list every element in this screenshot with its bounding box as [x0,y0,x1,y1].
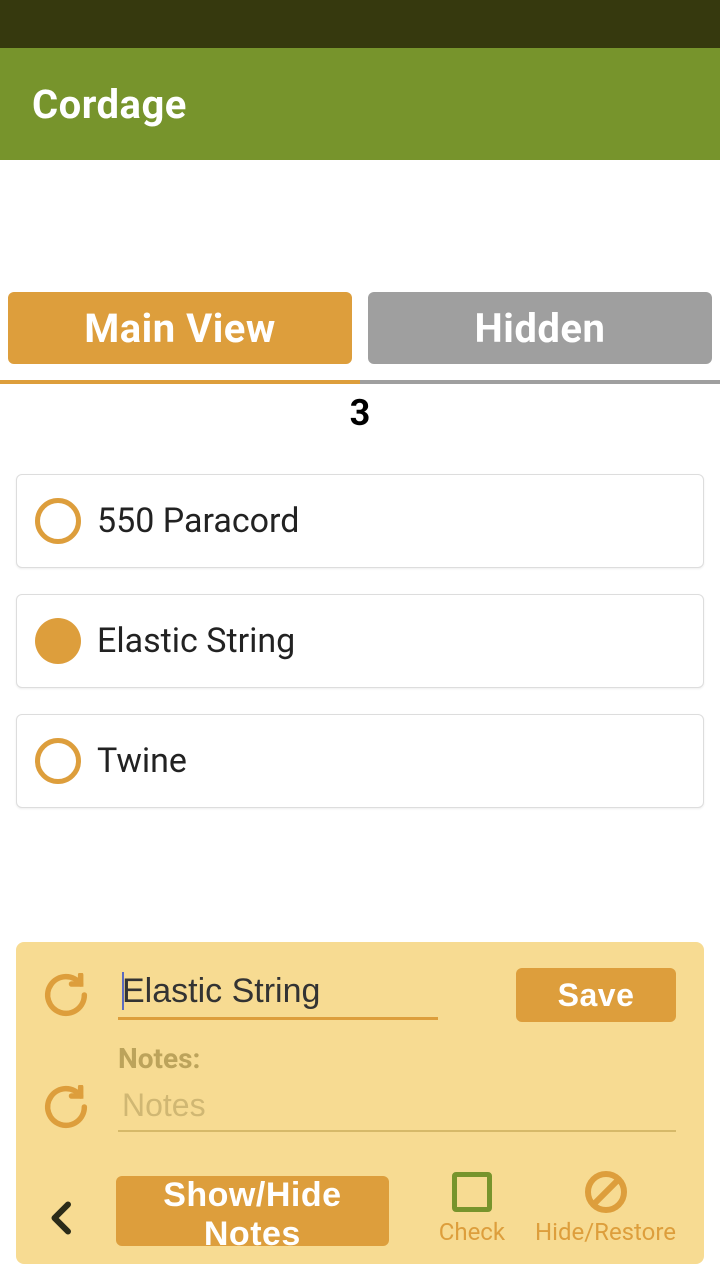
edit-panel: Save Notes: Show/Hide Notes Check [16,942,704,1264]
app-header: Cordage [0,48,720,160]
check-action[interactable]: Check [439,1168,505,1246]
page-title: Cordage [32,81,187,128]
item-list: 550 Paracord Elastic String Twine [0,474,720,808]
title-input[interactable] [118,970,438,1020]
back-icon[interactable] [44,1200,80,1236]
list-item[interactable]: 550 Paracord [16,474,704,568]
tab-hidden[interactable]: Hidden [368,292,712,364]
hide-restore-action[interactable]: Hide/Restore [535,1168,676,1246]
hide-restore-icon [582,1168,630,1216]
list-item[interactable]: Twine [16,714,704,808]
save-button[interactable]: Save [516,968,676,1022]
hide-restore-label: Hide/Restore [535,1218,676,1246]
checkbox-icon [452,1172,492,1212]
radio-icon [35,498,81,544]
radio-icon [35,618,81,664]
tab-bar: Main View Hidden [0,292,720,364]
radio-icon [35,738,81,784]
refresh-title-icon[interactable] [44,973,88,1017]
item-count: 3 [0,392,720,434]
show-hide-notes-button[interactable]: Show/Hide Notes [116,1176,389,1246]
item-label: Elastic String [97,621,295,661]
check-label: Check [439,1218,505,1246]
tab-main-view[interactable]: Main View [8,292,352,364]
refresh-notes-icon[interactable] [44,1085,88,1129]
status-bar [0,0,720,48]
content-area: Main View Hidden 3 550 Paracord Elastic … [0,292,720,808]
item-label: 550 Paracord [97,501,299,541]
notes-input[interactable] [118,1081,676,1132]
notes-heading: Notes: [118,1042,676,1075]
tab-underline [0,380,720,384]
item-label: Twine [97,741,187,781]
list-item[interactable]: Elastic String [16,594,704,688]
